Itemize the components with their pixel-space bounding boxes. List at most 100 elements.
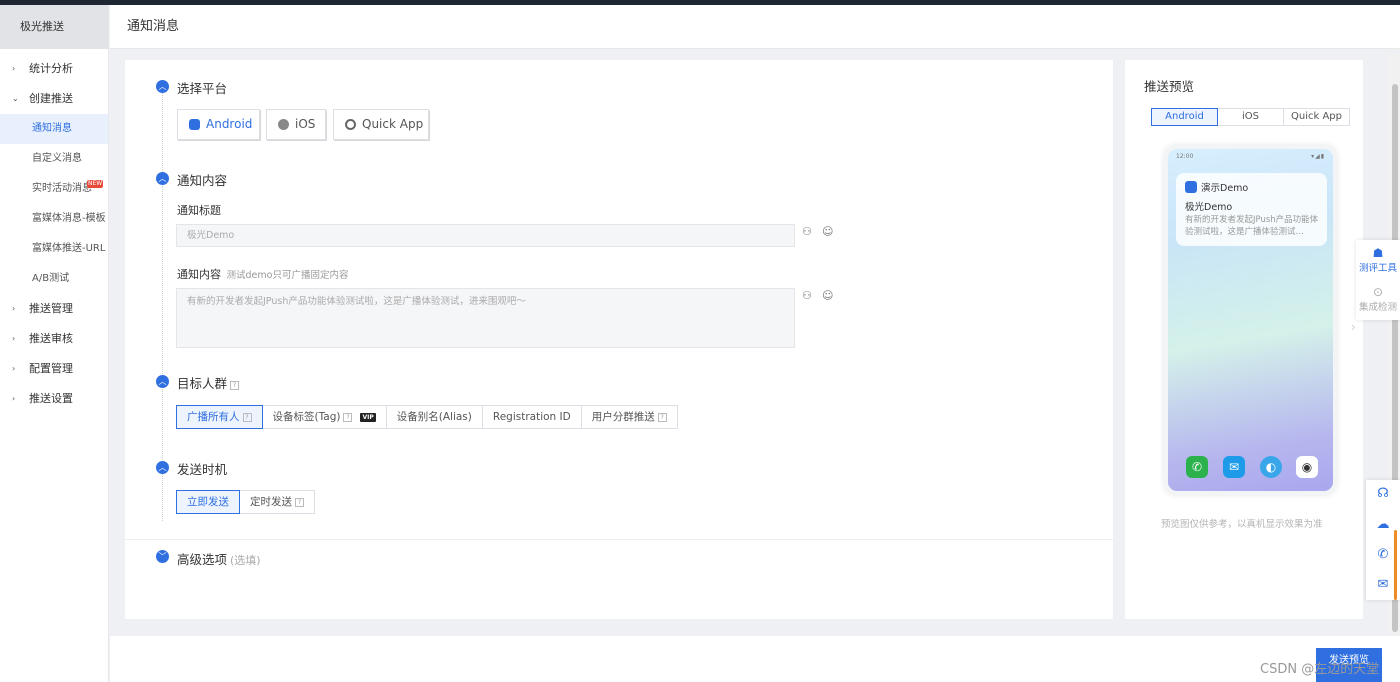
- notification-body: 有新的开发者发起JPush产品功能体验测试啦，这是广播体验测试…: [1185, 215, 1319, 237]
- option-label: 定时发送: [250, 496, 292, 508]
- sidebar-item-label: 创建推送: [29, 92, 73, 105]
- preview-tab-android[interactable]: Android: [1151, 108, 1218, 126]
- preview-tab-ios[interactable]: iOS: [1218, 109, 1284, 125]
- section-connector: [162, 474, 163, 521]
- platform-label: Quick App: [362, 117, 424, 131]
- notification-card: 演示Demo 极光Demo 有新的开发者发起JPush产品功能体验测试啦，这是广…: [1176, 173, 1327, 246]
- sidebar-subitem-live-activity[interactable]: 实时活动消息 NEW: [0, 174, 108, 204]
- sidebar-item-push-review[interactable]: › 推送审核: [0, 324, 108, 354]
- help-icon[interactable]: ?: [343, 413, 353, 422]
- collapse-icon[interactable]: ︿: [156, 80, 169, 93]
- brand-logo: 极光推送: [0, 5, 108, 49]
- chevron-right-icon: ›: [12, 334, 16, 343]
- section-title-advanced[interactable]: 高级选项 (选填): [177, 549, 261, 568]
- target-option-segment[interactable]: 用户分群推送?: [582, 406, 677, 428]
- sidebar-item-push-manage[interactable]: › 推送管理: [0, 294, 108, 324]
- platform-label: iOS: [295, 117, 316, 131]
- eval-tool-button[interactable]: ☗ 测评工具: [1356, 246, 1400, 274]
- section-title-target: 目标人群?: [177, 373, 240, 392]
- divider: [125, 539, 1113, 540]
- collapse-icon[interactable]: ︿: [156, 375, 169, 388]
- help-icon[interactable]: ?: [242, 413, 252, 422]
- watermark: CSDN @左边的天堂: [1260, 662, 1380, 677]
- preview-tab-quickapp[interactable]: Quick App: [1284, 109, 1349, 125]
- new-badge: NEW: [87, 180, 104, 188]
- platform-quickapp-button[interactable]: Quick App: [333, 109, 429, 140]
- phone-mockup: 12:00 ▾◢▮ 演示Demo 极光Demo 有新的开发者发起JPush产品功…: [1163, 144, 1338, 496]
- collapse-icon[interactable]: ︿: [156, 461, 169, 474]
- notification-content-label: 通知内容 测试demo只可广播固定内容: [177, 266, 348, 282]
- headset-icon[interactable]: ☊: [1366, 486, 1400, 501]
- chevron-right-icon: ›: [12, 364, 16, 373]
- notification-title-label: 通知标题: [177, 204, 221, 217]
- help-icon[interactable]: ?: [295, 498, 304, 507]
- target-option-tag[interactable]: 设备标签(Tag)? VIP: [263, 406, 387, 428]
- timing-selector: 立即发送 定时发送?: [176, 490, 315, 514]
- target-option-alias[interactable]: 设备别名(Alias): [387, 406, 483, 428]
- sidebar-subitem-notification[interactable]: 通知消息: [0, 114, 108, 144]
- collapse-icon[interactable]: ︿: [156, 172, 169, 185]
- browser-app-icon: ◐: [1260, 456, 1282, 478]
- sidebar-subitem-ab-test[interactable]: A/B测试: [0, 264, 108, 294]
- integration-check-button[interactable]: ⊙ 集成检测: [1356, 285, 1400, 313]
- sidebar-item-push-settings[interactable]: › 推送设置: [0, 384, 108, 414]
- status-time: 12:00: [1176, 153, 1194, 160]
- page-footer: 发送预览 CSDN @左边的天堂: [110, 636, 1400, 682]
- android-icon: [189, 119, 200, 130]
- integration-check-icon: ⊙: [1372, 285, 1384, 299]
- platform-label: Android: [206, 117, 253, 131]
- notification-title-input[interactable]: 极光Demo: [176, 224, 795, 247]
- chevron-right-icon[interactable]: ›: [1351, 320, 1356, 334]
- timing-option-now[interactable]: 立即发送: [176, 490, 240, 514]
- option-label: 广播所有人: [187, 411, 240, 423]
- target-selector: 广播所有人? 设备标签(Tag)? VIP 设备别名(Alias) Registr…: [176, 405, 678, 429]
- sidebar-subitem-rich-template[interactable]: 富媒体消息-模板: [0, 204, 108, 234]
- sidebar-item-label: 推送管理: [29, 302, 73, 315]
- page-header: 通知消息: [110, 5, 1400, 49]
- push-form: ︿ 选择平台 Android iOS Quick App ︿ 通知内容 通知标题…: [125, 60, 1113, 619]
- emoji-icon[interactable]: ☺: [822, 289, 833, 302]
- camera-app-icon: ◉: [1296, 456, 1318, 478]
- user-variable-icon[interactable]: ⚇: [802, 225, 812, 238]
- floating-tools: ☗ 测评工具 ⊙ 集成检测: [1356, 240, 1400, 320]
- section-connector: [162, 92, 163, 172]
- content-label-text: 通知内容: [177, 268, 221, 281]
- section-title-platform: 选择平台: [177, 81, 228, 96]
- sidebar: 极光推送 › 统计分析 ⌄ 创建推送 通知消息 自定义消息 实时活动消息 NEW…: [0, 5, 109, 682]
- expand-icon[interactable]: ﹀: [156, 550, 169, 563]
- integration-check-label: 集成检测: [1358, 302, 1397, 313]
- section-title-content: 通知内容: [177, 173, 228, 188]
- timing-option-scheduled[interactable]: 定时发送?: [240, 491, 314, 513]
- help-icon[interactable]: ?: [657, 413, 667, 422]
- sidebar-item-label: 推送审核: [29, 332, 73, 345]
- sidebar-subitem-custom-message[interactable]: 自定义消息: [0, 144, 108, 174]
- title-placeholder: 极光Demo: [187, 230, 235, 241]
- eval-tool-icon: ☗: [1372, 246, 1384, 260]
- notification-content-textarea[interactable]: 有新的开发者发起JPush产品功能体验测试啦，这是广播体验测试，进来围观吧～: [176, 288, 795, 348]
- sidebar-subitem-rich-url[interactable]: 富媒体推送-URL: [0, 234, 108, 264]
- section-title-timing: 发送时机: [177, 462, 228, 477]
- preview-platform-tabs: Android iOS Quick App: [1151, 108, 1350, 126]
- chevron-right-icon: ›: [12, 394, 16, 403]
- content-placeholder: 有新的开发者发起JPush产品功能体验测试啦，这是广播体验测试，进来围观吧～: [187, 296, 526, 307]
- sidebar-item-stats[interactable]: › 统计分析: [0, 54, 108, 84]
- target-title-text: 目标人群: [177, 376, 228, 391]
- preview-note: 预览图仅供参考，以真机显示效果为准: [1161, 519, 1323, 530]
- notification-title: 极光Demo: [1185, 202, 1233, 213]
- user-variable-icon[interactable]: ⚇: [802, 289, 812, 302]
- signal-icon: ▾◢▮: [1311, 153, 1325, 160]
- help-icon[interactable]: ?: [230, 381, 240, 390]
- notification-app-name: 演示Demo: [1201, 183, 1249, 194]
- target-option-registration-id[interactable]: Registration ID: [483, 406, 582, 428]
- sidebar-item-config[interactable]: › 配置管理: [0, 354, 108, 384]
- messages-app-icon: ✉: [1223, 456, 1245, 478]
- sidebar-item-label: 统计分析: [29, 62, 73, 75]
- push-preview-panel: 推送预览 Android iOS Quick App 12:00 ▾◢▮ 演示D…: [1125, 60, 1363, 619]
- target-option-broadcast[interactable]: 广播所有人?: [176, 405, 263, 429]
- app-icon: [1185, 181, 1197, 193]
- platform-ios-button[interactable]: iOS: [266, 109, 326, 140]
- eval-tool-label: 测评工具: [1358, 263, 1397, 274]
- emoji-icon[interactable]: ☺: [822, 225, 833, 238]
- platform-android-button[interactable]: Android: [177, 109, 260, 140]
- sidebar-item-create-push[interactable]: ⌄ 创建推送: [0, 84, 108, 114]
